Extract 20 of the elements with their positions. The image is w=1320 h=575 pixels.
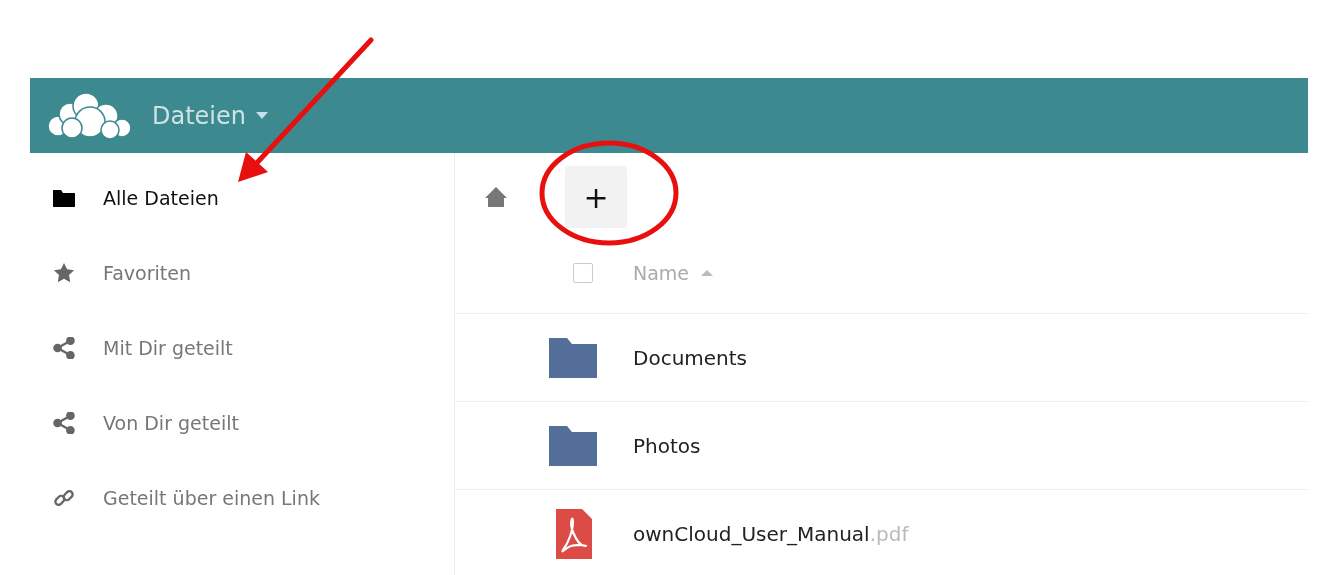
file-name[interactable]: ownCloud_User_Manual.pdf xyxy=(633,521,909,546)
sort-caret-icon xyxy=(701,270,714,276)
star-icon xyxy=(52,261,76,284)
column-header[interactable]: Name xyxy=(633,262,690,284)
sidebar-item[interactable]: Mit Dir geteilt xyxy=(30,310,233,385)
app-menu-button[interactable]: Dateien xyxy=(152,101,268,130)
file-name[interactable]: Documents xyxy=(633,345,748,370)
caret-icon xyxy=(256,112,268,119)
new-button[interactable]: + xyxy=(565,166,627,228)
sidebar-item[interactable]: Alle Dateien xyxy=(30,160,219,235)
share-icon xyxy=(52,411,76,434)
select-all-checkbox[interactable] xyxy=(573,263,593,283)
sidebar-item[interactable]: Von Dir geteilt xyxy=(30,385,239,460)
folder-icon xyxy=(548,336,598,379)
home-icon[interactable] xyxy=(484,186,508,208)
file-name[interactable]: Photos xyxy=(633,433,701,458)
sidebar-item[interactable]: Geteilt über einen Link xyxy=(30,460,320,535)
folder-icon xyxy=(548,424,598,467)
share-icon xyxy=(52,336,76,359)
sidebar-item[interactable]: Favoriten xyxy=(30,235,191,310)
